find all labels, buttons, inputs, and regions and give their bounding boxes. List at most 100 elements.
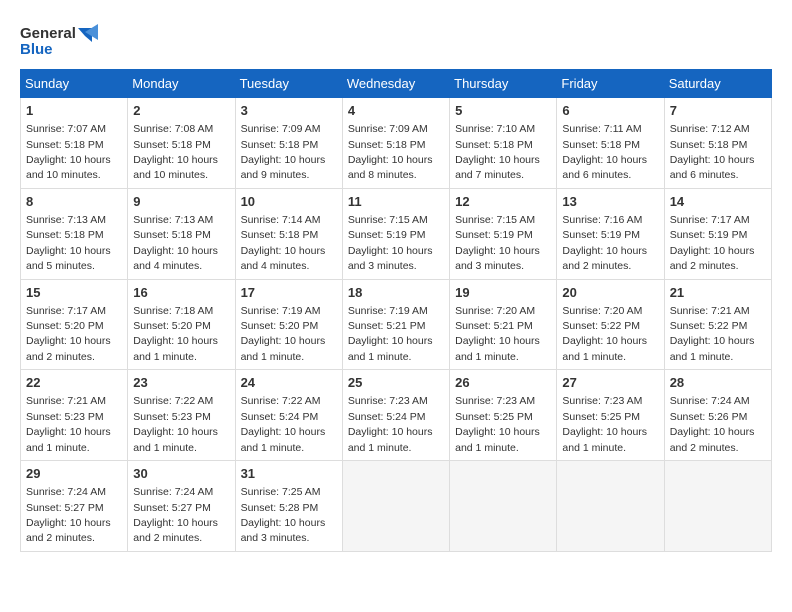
- svg-text:Blue: Blue: [20, 41, 53, 58]
- day-info: Sunrise: 7:15 AMSunset: 5:19 PMDaylight:…: [455, 214, 540, 272]
- calendar-cell: 4 Sunrise: 7:09 AMSunset: 5:18 PMDayligh…: [342, 98, 449, 189]
- calendar-cell: 11 Sunrise: 7:15 AMSunset: 5:19 PMDaylig…: [342, 188, 449, 279]
- day-number: 6: [562, 102, 658, 120]
- day-info: Sunrise: 7:24 AMSunset: 5:27 PMDaylight:…: [26, 486, 111, 544]
- day-header-saturday: Saturday: [664, 70, 771, 98]
- calendar-cell: 26 Sunrise: 7:23 AMSunset: 5:25 PMDaylig…: [450, 370, 557, 461]
- day-number: 15: [26, 284, 122, 302]
- day-number: 8: [26, 193, 122, 211]
- calendar-cell: [557, 461, 664, 552]
- calendar-cell: 5 Sunrise: 7:10 AMSunset: 5:18 PMDayligh…: [450, 98, 557, 189]
- day-number: 11: [348, 193, 444, 211]
- calendar-cell: 2 Sunrise: 7:08 AMSunset: 5:18 PMDayligh…: [128, 98, 235, 189]
- day-info: Sunrise: 7:20 AMSunset: 5:21 PMDaylight:…: [455, 305, 540, 363]
- day-number: 27: [562, 374, 658, 392]
- day-number: 29: [26, 465, 122, 483]
- day-number: 7: [670, 102, 766, 120]
- day-info: Sunrise: 7:07 AMSunset: 5:18 PMDaylight:…: [26, 123, 111, 181]
- calendar-cell: 13 Sunrise: 7:16 AMSunset: 5:19 PMDaylig…: [557, 188, 664, 279]
- day-header-tuesday: Tuesday: [235, 70, 342, 98]
- day-info: Sunrise: 7:13 AMSunset: 5:18 PMDaylight:…: [133, 214, 218, 272]
- day-number: 30: [133, 465, 229, 483]
- calendar-cell: 24 Sunrise: 7:22 AMSunset: 5:24 PMDaylig…: [235, 370, 342, 461]
- calendar-cell: 25 Sunrise: 7:23 AMSunset: 5:24 PMDaylig…: [342, 370, 449, 461]
- calendar-cell: 21 Sunrise: 7:21 AMSunset: 5:22 PMDaylig…: [664, 279, 771, 370]
- day-info: Sunrise: 7:09 AMSunset: 5:18 PMDaylight:…: [348, 123, 433, 181]
- calendar-cell: 7 Sunrise: 7:12 AMSunset: 5:18 PMDayligh…: [664, 98, 771, 189]
- day-number: 17: [241, 284, 337, 302]
- calendar-cell: 23 Sunrise: 7:22 AMSunset: 5:23 PMDaylig…: [128, 370, 235, 461]
- day-info: Sunrise: 7:17 AMSunset: 5:19 PMDaylight:…: [670, 214, 755, 272]
- svg-text:General: General: [20, 25, 76, 42]
- calendar-cell: [450, 461, 557, 552]
- calendar-cell: 30 Sunrise: 7:24 AMSunset: 5:27 PMDaylig…: [128, 461, 235, 552]
- day-number: 22: [26, 374, 122, 392]
- day-info: Sunrise: 7:13 AMSunset: 5:18 PMDaylight:…: [26, 214, 111, 272]
- day-info: Sunrise: 7:25 AMSunset: 5:28 PMDaylight:…: [241, 486, 326, 544]
- calendar-cell: 20 Sunrise: 7:20 AMSunset: 5:22 PMDaylig…: [557, 279, 664, 370]
- day-number: 20: [562, 284, 658, 302]
- calendar-cell: 14 Sunrise: 7:17 AMSunset: 5:19 PMDaylig…: [664, 188, 771, 279]
- calendar-cell: 19 Sunrise: 7:20 AMSunset: 5:21 PMDaylig…: [450, 279, 557, 370]
- day-info: Sunrise: 7:21 AMSunset: 5:22 PMDaylight:…: [670, 305, 755, 363]
- calendar-cell: 29 Sunrise: 7:24 AMSunset: 5:27 PMDaylig…: [21, 461, 128, 552]
- day-info: Sunrise: 7:20 AMSunset: 5:22 PMDaylight:…: [562, 305, 647, 363]
- calendar-cell: 12 Sunrise: 7:15 AMSunset: 5:19 PMDaylig…: [450, 188, 557, 279]
- calendar-cell: 6 Sunrise: 7:11 AMSunset: 5:18 PMDayligh…: [557, 98, 664, 189]
- calendar-cell: [342, 461, 449, 552]
- day-info: Sunrise: 7:19 AMSunset: 5:20 PMDaylight:…: [241, 305, 326, 363]
- day-number: 23: [133, 374, 229, 392]
- calendar-cell: 8 Sunrise: 7:13 AMSunset: 5:18 PMDayligh…: [21, 188, 128, 279]
- calendar-week-row: 1 Sunrise: 7:07 AMSunset: 5:18 PMDayligh…: [21, 98, 772, 189]
- calendar-cell: 15 Sunrise: 7:17 AMSunset: 5:20 PMDaylig…: [21, 279, 128, 370]
- day-info: Sunrise: 7:16 AMSunset: 5:19 PMDaylight:…: [562, 214, 647, 272]
- calendar-week-row: 15 Sunrise: 7:17 AMSunset: 5:20 PMDaylig…: [21, 279, 772, 370]
- day-info: Sunrise: 7:09 AMSunset: 5:18 PMDaylight:…: [241, 123, 326, 181]
- day-header-monday: Monday: [128, 70, 235, 98]
- day-info: Sunrise: 7:08 AMSunset: 5:18 PMDaylight:…: [133, 123, 218, 181]
- day-info: Sunrise: 7:21 AMSunset: 5:23 PMDaylight:…: [26, 395, 111, 453]
- day-info: Sunrise: 7:14 AMSunset: 5:18 PMDaylight:…: [241, 214, 326, 272]
- calendar-cell: 27 Sunrise: 7:23 AMSunset: 5:25 PMDaylig…: [557, 370, 664, 461]
- day-header-friday: Friday: [557, 70, 664, 98]
- page-header: General Blue: [20, 20, 772, 65]
- calendar-cell: 10 Sunrise: 7:14 AMSunset: 5:18 PMDaylig…: [235, 188, 342, 279]
- calendar-cell: [664, 461, 771, 552]
- day-number: 18: [348, 284, 444, 302]
- calendar-cell: 28 Sunrise: 7:24 AMSunset: 5:26 PMDaylig…: [664, 370, 771, 461]
- day-info: Sunrise: 7:22 AMSunset: 5:23 PMDaylight:…: [133, 395, 218, 453]
- logo: General Blue: [20, 20, 100, 65]
- day-info: Sunrise: 7:24 AMSunset: 5:27 PMDaylight:…: [133, 486, 218, 544]
- day-number: 4: [348, 102, 444, 120]
- calendar-week-row: 22 Sunrise: 7:21 AMSunset: 5:23 PMDaylig…: [21, 370, 772, 461]
- day-info: Sunrise: 7:12 AMSunset: 5:18 PMDaylight:…: [670, 123, 755, 181]
- day-info: Sunrise: 7:15 AMSunset: 5:19 PMDaylight:…: [348, 214, 433, 272]
- day-number: 3: [241, 102, 337, 120]
- day-number: 16: [133, 284, 229, 302]
- day-info: Sunrise: 7:24 AMSunset: 5:26 PMDaylight:…: [670, 395, 755, 453]
- day-header-wednesday: Wednesday: [342, 70, 449, 98]
- calendar-cell: 31 Sunrise: 7:25 AMSunset: 5:28 PMDaylig…: [235, 461, 342, 552]
- calendar-cell: 3 Sunrise: 7:09 AMSunset: 5:18 PMDayligh…: [235, 98, 342, 189]
- day-number: 14: [670, 193, 766, 211]
- day-info: Sunrise: 7:23 AMSunset: 5:25 PMDaylight:…: [455, 395, 540, 453]
- day-number: 10: [241, 193, 337, 211]
- day-info: Sunrise: 7:18 AMSunset: 5:20 PMDaylight:…: [133, 305, 218, 363]
- day-number: 31: [241, 465, 337, 483]
- day-info: Sunrise: 7:10 AMSunset: 5:18 PMDaylight:…: [455, 123, 540, 181]
- day-number: 5: [455, 102, 551, 120]
- day-info: Sunrise: 7:22 AMSunset: 5:24 PMDaylight:…: [241, 395, 326, 453]
- calendar-table: SundayMondayTuesdayWednesdayThursdayFrid…: [20, 69, 772, 552]
- calendar-cell: 22 Sunrise: 7:21 AMSunset: 5:23 PMDaylig…: [21, 370, 128, 461]
- day-number: 26: [455, 374, 551, 392]
- calendar-cell: 17 Sunrise: 7:19 AMSunset: 5:20 PMDaylig…: [235, 279, 342, 370]
- day-header-sunday: Sunday: [21, 70, 128, 98]
- day-info: Sunrise: 7:19 AMSunset: 5:21 PMDaylight:…: [348, 305, 433, 363]
- day-info: Sunrise: 7:11 AMSunset: 5:18 PMDaylight:…: [562, 123, 647, 181]
- day-number: 24: [241, 374, 337, 392]
- day-info: Sunrise: 7:23 AMSunset: 5:24 PMDaylight:…: [348, 395, 433, 453]
- day-number: 19: [455, 284, 551, 302]
- day-number: 28: [670, 374, 766, 392]
- day-info: Sunrise: 7:23 AMSunset: 5:25 PMDaylight:…: [562, 395, 647, 453]
- day-info: Sunrise: 7:17 AMSunset: 5:20 PMDaylight:…: [26, 305, 111, 363]
